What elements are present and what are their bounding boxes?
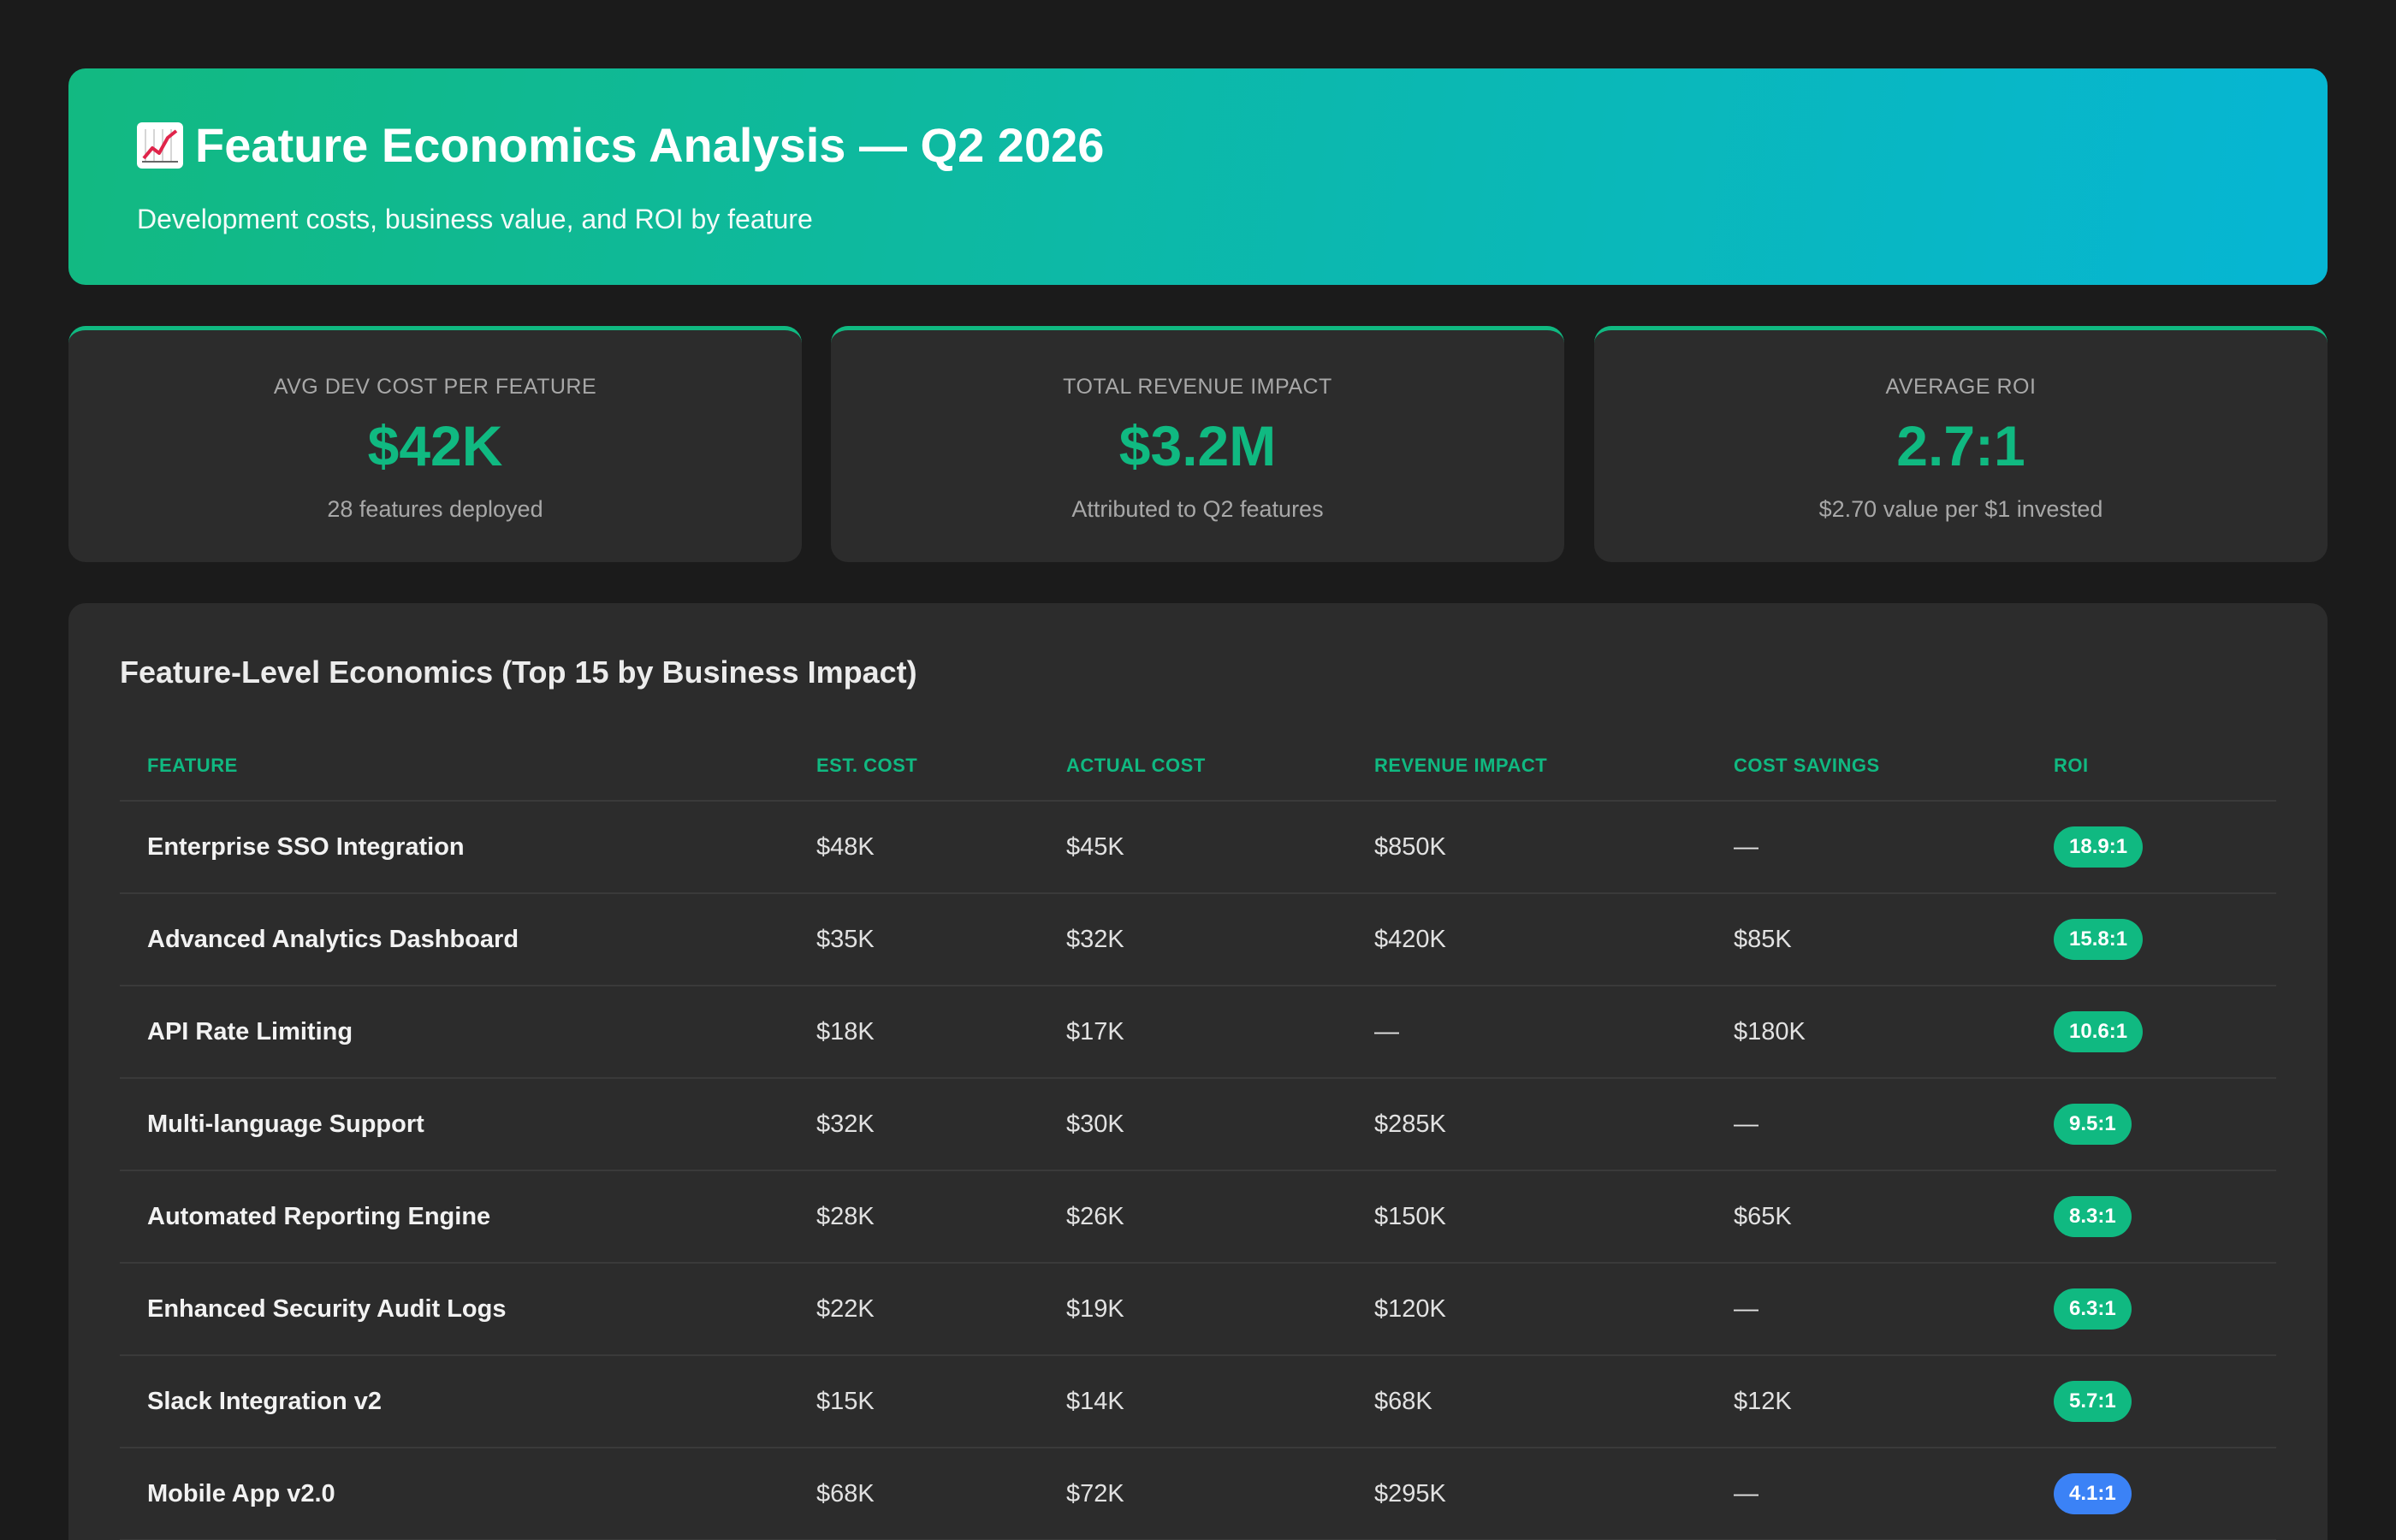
roi-badge: 5.7:1 <box>2054 1381 2132 1422</box>
feature-cell: Automated Reporting Engine <box>120 1170 789 1264</box>
stat-value: $3.2M <box>1118 414 1277 477</box>
cost-savings-cell: — <box>1706 801 2026 894</box>
header-banner: Feature Economics Analysis — Q2 2026 Dev… <box>68 68 2328 285</box>
est-cost-cell: $35K <box>789 893 1039 986</box>
table-row[interactable]: Enhanced Security Audit Logs $22K $19K $120… <box>120 1263 2276 1356</box>
feature-economics-table: FEATURE EST. COST ACTUAL COST REVENUE IM… <box>120 732 2276 1540</box>
table-body: Enterprise SSO Integration $48K $45K $850K —… <box>120 801 2276 1540</box>
table-row[interactable]: Slack Integration v2 $15K $14K $68K $12K 5.7:… <box>120 1355 2276 1448</box>
revenue-impact-cell: $150K <box>1347 1170 1706 1264</box>
stat-value: 2.7:1 <box>1896 414 2025 477</box>
est-cost-cell: $28K <box>789 1170 1039 1264</box>
est-cost-cell: $22K <box>789 1263 1039 1356</box>
chart-increasing-icon <box>137 122 183 169</box>
est-cost-cell: $68K <box>789 1448 1039 1540</box>
feature-economics-panel: Feature-Level Economics (Top 15 by Busin… <box>68 603 2328 1540</box>
revenue-impact-cell: $295K <box>1347 1448 1706 1540</box>
roi-badge: 10.6:1 <box>2054 1011 2144 1052</box>
revenue-impact-cell: $850K <box>1347 801 1706 894</box>
stat-note: 28 features deployed <box>327 496 543 522</box>
feature-cell: Advanced Analytics Dashboard <box>120 893 789 986</box>
revenue-impact-cell: $68K <box>1347 1355 1706 1448</box>
cost-savings-cell: $65K <box>1706 1170 2026 1264</box>
page-subtitle: Development costs, business value, and R… <box>137 204 813 234</box>
actual-cost-cell: $26K <box>1039 1170 1347 1264</box>
roi-cell: 15.8:1 <box>2026 893 2276 986</box>
revenue-impact-cell: $420K <box>1347 893 1706 986</box>
stat-label: AVERAGE ROI <box>1885 375 2037 399</box>
cost-savings-cell: — <box>1706 1263 2026 1356</box>
stat-value: $42K <box>367 414 503 477</box>
est-cost-cell: $32K <box>789 1078 1039 1171</box>
table-row[interactable]: Multi-language Support $32K $30K $285K — 9.5:… <box>120 1078 2276 1171</box>
feature-cell: Mobile App v2.0 <box>120 1448 789 1540</box>
panel-title: Feature-Level Economics (Top 15 by Busin… <box>120 654 917 690</box>
page: Feature Economics Analysis — Q2 2026 Dev… <box>0 0 2396 1540</box>
actual-cost-cell: $30K <box>1039 1078 1347 1171</box>
feature-cell: Slack Integration v2 <box>120 1355 789 1448</box>
roi-cell: 9.5:1 <box>2026 1078 2276 1171</box>
actual-cost-cell: $72K <box>1039 1448 1347 1540</box>
est-cost-cell: $18K <box>789 986 1039 1079</box>
column-header-revenue-impact[interactable]: REVENUE IMPACT <box>1347 732 1706 802</box>
roi-cell: 8.3:1 <box>2026 1170 2276 1264</box>
table-row[interactable]: Automated Reporting Engine $28K $26K $150K $… <box>120 1170 2276 1264</box>
column-header-actual-cost[interactable]: ACTUAL COST <box>1039 732 1347 802</box>
page-title: Feature Economics Analysis — Q2 2026 <box>195 118 1105 172</box>
roi-cell: 18.9:1 <box>2026 801 2276 894</box>
cost-savings-cell: — <box>1706 1448 2026 1540</box>
stat-label: AVG DEV COST PER FEATURE <box>273 375 597 399</box>
roi-cell: 10.6:1 <box>2026 986 2276 1079</box>
revenue-impact-cell: $285K <box>1347 1078 1706 1171</box>
roi-badge: 8.3:1 <box>2054 1196 2132 1237</box>
table-row[interactable]: API Rate Limiting $18K $17K — $180K 10.6:1 <box>120 986 2276 1079</box>
roi-badge: 15.8:1 <box>2054 919 2144 960</box>
est-cost-cell: $15K <box>789 1355 1039 1448</box>
roi-badge: 9.5:1 <box>2054 1104 2132 1145</box>
roi-badge: 18.9:1 <box>2054 826 2144 868</box>
roi-badge: 6.3:1 <box>2054 1288 2132 1330</box>
stat-card-total-revenue: TOTAL REVENUE IMPACT $3.2M Attributed to… <box>831 326 1564 562</box>
feature-cell: API Rate Limiting <box>120 986 789 1079</box>
actual-cost-cell: $14K <box>1039 1355 1347 1448</box>
table-row[interactable]: Advanced Analytics Dashboard $35K $32K $420… <box>120 893 2276 986</box>
cost-savings-cell: $85K <box>1706 893 2026 986</box>
column-header-cost-savings[interactable]: COST SAVINGS <box>1706 732 2026 802</box>
roi-badge: 4.1:1 <box>2054 1473 2132 1514</box>
stat-note: Attributed to Q2 features <box>1071 496 1324 522</box>
actual-cost-cell: $19K <box>1039 1263 1347 1356</box>
stat-card-avg-dev-cost: AVG DEV COST PER FEATURE $42K 28 feature… <box>68 326 802 562</box>
feature-cell: Multi-language Support <box>120 1078 789 1171</box>
roi-cell: 4.1:1 <box>2026 1448 2276 1540</box>
feature-cell: Enhanced Security Audit Logs <box>120 1263 789 1356</box>
revenue-impact-cell: $120K <box>1347 1263 1706 1356</box>
stat-card-average-roi: AVERAGE ROI 2.7:1 $2.70 value per $1 inv… <box>1594 326 2328 562</box>
stat-note: $2.70 value per $1 invested <box>1818 496 2103 522</box>
roi-cell: 5.7:1 <box>2026 1355 2276 1448</box>
revenue-impact-cell: — <box>1347 986 1706 1079</box>
table-row[interactable]: Mobile App v2.0 $68K $72K $295K — 4.1:1 <box>120 1448 2276 1540</box>
actual-cost-cell: $32K <box>1039 893 1347 986</box>
table-header-row: FEATURE EST. COST ACTUAL COST REVENUE IM… <box>120 732 2276 802</box>
cost-savings-cell: — <box>1706 1078 2026 1171</box>
column-header-est-cost[interactable]: EST. COST <box>789 732 1039 802</box>
table-row[interactable]: Enterprise SSO Integration $48K $45K $850K —… <box>120 801 2276 894</box>
stat-label: TOTAL REVENUE IMPACT <box>1063 375 1332 399</box>
feature-cell: Enterprise SSO Integration <box>120 801 789 894</box>
cost-savings-cell: $12K <box>1706 1355 2026 1448</box>
actual-cost-cell: $45K <box>1039 801 1347 894</box>
page-title-row: Feature Economics Analysis — Q2 2026 <box>137 121 1104 169</box>
roi-cell: 6.3:1 <box>2026 1263 2276 1356</box>
column-header-feature[interactable]: FEATURE <box>120 732 789 802</box>
actual-cost-cell: $17K <box>1039 986 1347 1079</box>
cost-savings-cell: $180K <box>1706 986 2026 1079</box>
column-header-roi[interactable]: ROI <box>2026 732 2276 802</box>
est-cost-cell: $48K <box>789 801 1039 894</box>
